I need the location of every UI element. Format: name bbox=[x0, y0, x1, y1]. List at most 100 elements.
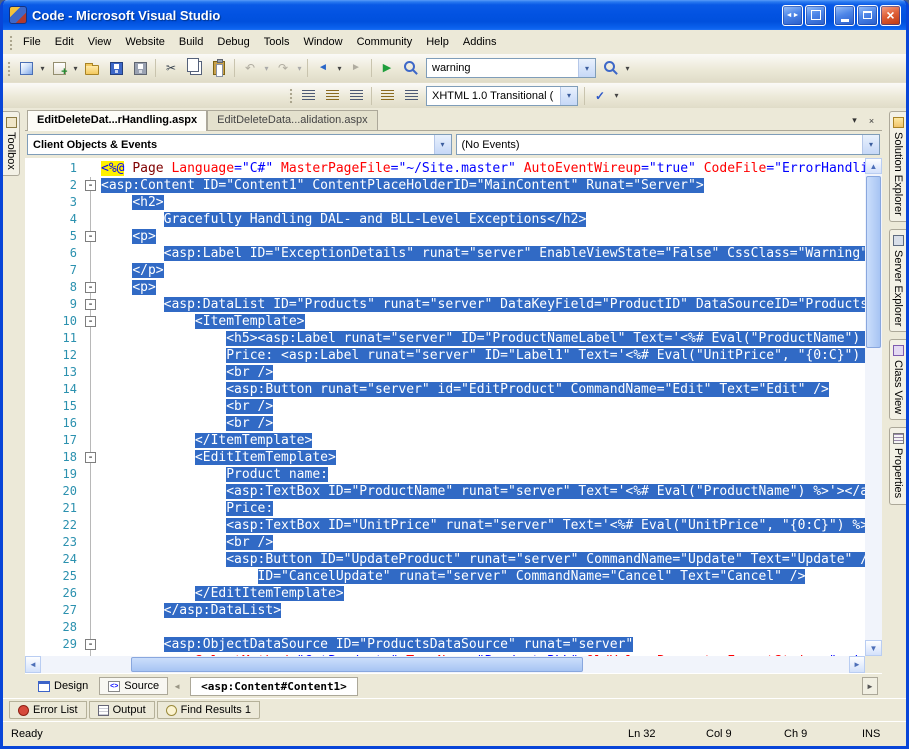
save-button[interactable] bbox=[104, 57, 128, 79]
scroll-left-icon[interactable]: ◄ bbox=[25, 656, 41, 673]
side-tab-class-view[interactable]: Class View bbox=[889, 339, 906, 421]
comment-button[interactable] bbox=[296, 85, 320, 107]
panel-tab-error-list[interactable]: Error List bbox=[9, 701, 87, 719]
navigate-back-button[interactable]: ◄ bbox=[311, 57, 335, 79]
object-combo[interactable]: Client Objects & Events ▾ bbox=[27, 134, 452, 155]
panel-tab-find-results-1[interactable]: Find Results 1 bbox=[156, 701, 260, 719]
code-editor[interactable]: 1 <%@ Page Language="C#" MasterPageFile="… bbox=[25, 158, 882, 656]
menu-item-build[interactable]: Build bbox=[172, 32, 210, 52]
toolbar-options-icon[interactable]: ▾ bbox=[612, 91, 621, 100]
scroll-up-icon[interactable]: ▲ bbox=[865, 158, 882, 174]
panel-tab-output[interactable]: Output bbox=[88, 701, 155, 719]
source-view-button[interactable]: <> Source bbox=[99, 677, 169, 695]
navigate-forward-button[interactable]: ► bbox=[344, 57, 368, 79]
find-symbol-button[interactable] bbox=[599, 57, 623, 79]
fold-toggle-icon[interactable]: - bbox=[85, 179, 96, 191]
title-bar[interactable]: Code - Microsoft Visual Studio ◄► × bbox=[3, 0, 906, 30]
menu-item-help[interactable]: Help bbox=[419, 32, 456, 52]
menu-item-community[interactable]: Community bbox=[350, 32, 420, 52]
indent-increase-button[interactable] bbox=[399, 85, 423, 107]
window-arrows-button[interactable]: ◄► bbox=[782, 4, 803, 26]
minimize-button[interactable] bbox=[834, 4, 855, 26]
menu-item-window[interactable]: Window bbox=[296, 32, 349, 52]
close-button[interactable]: × bbox=[880, 4, 901, 26]
start-debug-button[interactable]: ▶ bbox=[375, 57, 399, 79]
tag-scroll-left-icon[interactable]: ◄ bbox=[170, 678, 184, 694]
save-all-button[interactable] bbox=[128, 57, 152, 79]
undo-caret-icon[interactable]: ▾ bbox=[262, 64, 271, 73]
find-in-files-button[interactable] bbox=[399, 57, 423, 79]
horizontal-scroll-thumb[interactable] bbox=[131, 657, 583, 672]
navigate-back-caret-icon[interactable]: ▾ bbox=[335, 64, 344, 73]
vertical-scroll-thumb[interactable] bbox=[866, 176, 881, 348]
line-text: ID="CancelUpdate" runat="server" Command… bbox=[98, 568, 806, 585]
code-lines[interactable]: 1 <%@ Page Language="C#" MasterPageFile="… bbox=[25, 158, 865, 656]
uncomment-button[interactable] bbox=[320, 85, 344, 107]
toolbar-options-icon[interactable]: ▾ bbox=[623, 64, 632, 73]
scroll-down-icon[interactable]: ▼ bbox=[865, 640, 882, 656]
search-combo-caret-icon[interactable]: ▾ bbox=[578, 59, 595, 77]
fold-margin: - bbox=[83, 279, 98, 296]
format-document-button[interactable] bbox=[344, 85, 368, 107]
menu-item-debug[interactable]: Debug bbox=[210, 32, 256, 52]
doctype-combo[interactable]: XHTML 1.0 Transitional ( ▾ bbox=[426, 85, 578, 106]
new-project-caret-icon[interactable]: ▾ bbox=[38, 64, 47, 73]
vertical-scrollbar[interactable]: ▲ ▼ bbox=[865, 158, 882, 656]
open-file-button[interactable] bbox=[80, 57, 104, 79]
object-combo-caret-icon[interactable]: ▾ bbox=[433, 135, 451, 154]
menu-item-file[interactable]: File bbox=[16, 32, 48, 52]
events-combo-caret-icon[interactable]: ▾ bbox=[862, 135, 879, 154]
toolbox-icon bbox=[5, 117, 17, 128]
indent-decrease-button[interactable] bbox=[375, 85, 399, 107]
toolbar-gripper[interactable] bbox=[288, 87, 293, 104]
horizontal-scrollbar[interactable]: ◄ ► bbox=[25, 656, 865, 673]
toolbox-tab[interactable]: Toolbox bbox=[3, 111, 20, 176]
new-project-button[interactable] bbox=[14, 57, 38, 79]
vertical-scroll-track[interactable] bbox=[865, 174, 882, 640]
toolbar-gripper[interactable] bbox=[6, 59, 11, 77]
navigation-bar: Client Objects & Events ▾ (No Events) ▾ bbox=[25, 131, 882, 158]
line-text: <br /> bbox=[98, 364, 274, 381]
document-tab-active[interactable]: EditDeleteDat...rHandling.aspx bbox=[27, 110, 208, 131]
window-extra-button[interactable] bbox=[805, 4, 826, 26]
side-tab-solution-explorer[interactable]: Solution Explorer bbox=[889, 111, 906, 222]
design-view-button[interactable]: Design bbox=[29, 677, 97, 695]
search-combo[interactable]: warning ▾ bbox=[426, 58, 596, 78]
cut-button[interactable]: ✂ bbox=[159, 57, 183, 79]
check-page-button[interactable]: ✓ bbox=[588, 85, 612, 107]
code-line: 15 <br /> bbox=[25, 398, 865, 415]
add-item-button[interactable] bbox=[47, 57, 71, 79]
copy-button[interactable] bbox=[183, 57, 207, 79]
fold-toggle-icon[interactable]: - bbox=[85, 451, 96, 463]
menu-item-edit[interactable]: Edit bbox=[48, 32, 81, 52]
menu-item-addins[interactable]: Addins bbox=[456, 32, 504, 52]
menu-gripper[interactable] bbox=[8, 33, 13, 51]
add-item-caret-icon[interactable]: ▾ bbox=[71, 64, 80, 73]
fold-toggle-icon[interactable]: - bbox=[85, 638, 96, 650]
events-combo[interactable]: (No Events) ▾ bbox=[455, 134, 880, 155]
redo-button[interactable]: ↷ bbox=[271, 57, 295, 79]
menu-item-website[interactable]: Website bbox=[118, 32, 172, 52]
tag-breadcrumb[interactable]: <asp:Content#Content1> bbox=[190, 676, 358, 696]
side-tab-server-explorer[interactable]: Server Explorer bbox=[889, 228, 906, 333]
scroll-right-icon[interactable]: ► bbox=[849, 656, 865, 673]
close-document-button[interactable]: × bbox=[864, 113, 879, 128]
redo-caret-icon[interactable]: ▾ bbox=[295, 64, 304, 73]
horizontal-scroll-track[interactable] bbox=[41, 656, 849, 673]
menu-item-tools[interactable]: Tools bbox=[257, 32, 297, 52]
fold-toggle-icon[interactable]: - bbox=[85, 281, 96, 293]
document-tab[interactable]: EditDeleteData...alidation.aspx bbox=[207, 110, 378, 130]
selected-text: </ItemTemplate> bbox=[194, 433, 313, 448]
fold-toggle-icon[interactable]: - bbox=[85, 315, 96, 327]
doctype-combo-caret-icon[interactable]: ▾ bbox=[560, 86, 577, 105]
menu-item-view[interactable]: View bbox=[81, 32, 119, 52]
fold-toggle-icon[interactable]: - bbox=[85, 230, 96, 242]
tab-scroll-button[interactable]: ▾ bbox=[847, 113, 862, 128]
tag-scroll-right-icon[interactable]: ► bbox=[862, 677, 878, 695]
side-tab-properties[interactable]: Properties bbox=[889, 427, 906, 505]
undo-button[interactable]: ↶ bbox=[238, 57, 262, 79]
selected-text: <p> bbox=[132, 229, 156, 244]
fold-toggle-icon[interactable]: - bbox=[85, 298, 96, 310]
paste-button[interactable] bbox=[207, 57, 231, 79]
maximize-button[interactable] bbox=[857, 4, 878, 26]
